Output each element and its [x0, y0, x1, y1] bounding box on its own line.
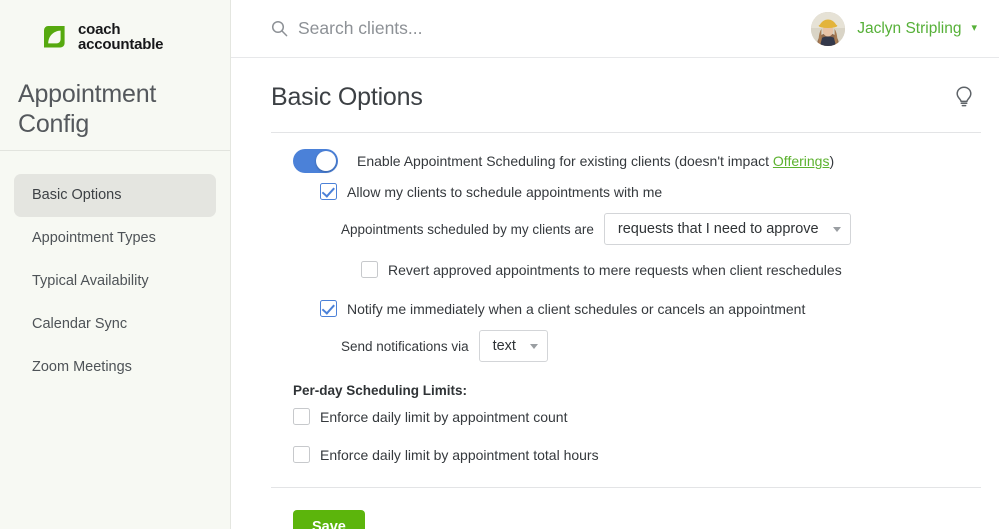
content-area: Basic Options Enable Appointment Schedul…: [231, 58, 999, 529]
allow-schedule-label: Allow my clients to schedule appointment…: [347, 184, 663, 200]
scheduled-by-row: Appointments scheduled by my clients are…: [293, 213, 981, 245]
limit-hours-checkbox[interactable]: [293, 446, 310, 463]
app-root: coach accountable Appointment Config Bas…: [0, 0, 999, 529]
lightbulb-icon[interactable]: [949, 82, 979, 112]
allow-schedule-row: Allow my clients to schedule appointment…: [293, 183, 981, 201]
leaf-square-icon: [40, 23, 69, 52]
save-button[interactable]: Save: [293, 510, 365, 529]
limit-count-row: Enforce daily limit by appointment count: [293, 408, 981, 426]
search-box[interactable]: [271, 18, 811, 39]
enable-scheduling-row: Enable Appointment Scheduling for existi…: [293, 149, 981, 173]
topbar: Jaclyn Stripling ▾: [231, 0, 999, 58]
send-via-value: text: [492, 338, 516, 354]
limit-hours-row: Enforce daily limit by appointment total…: [293, 446, 981, 464]
chevron-down-icon: ▾: [971, 22, 977, 34]
title-row: Basic Options: [271, 58, 981, 132]
sidebar-item-calendar-sync[interactable]: Calendar Sync: [14, 303, 216, 346]
search-input[interactable]: [298, 18, 718, 39]
revert-approved-checkbox[interactable]: [361, 261, 378, 278]
send-via-select[interactable]: text: [478, 330, 548, 362]
user-menu[interactable]: Jaclyn Stripling ▾: [811, 11, 981, 46]
sidebar-divider: [0, 150, 230, 151]
revert-approved-label: Revert approved appointments to mere req…: [388, 262, 842, 278]
enable-scheduling-label-post: ): [829, 153, 835, 169]
footer-actions: Save: [271, 488, 981, 529]
offerings-link[interactable]: Offerings: [773, 153, 830, 169]
notify-me-checkbox[interactable]: [320, 300, 337, 317]
basic-options-form: Enable Appointment Scheduling for existi…: [271, 133, 981, 464]
user-name: Jaclyn Stripling: [857, 19, 962, 37]
sidebar-item-appointment-types[interactable]: Appointment Types: [14, 217, 216, 260]
send-via-row: Send notifications via text: [293, 330, 981, 362]
per-day-limits-title: Per-day Scheduling Limits:: [293, 383, 468, 398]
per-day-limits-section: Per-day Scheduling Limits: Enforce daily…: [293, 383, 981, 464]
limit-count-checkbox[interactable]: [293, 408, 310, 425]
brand-logo[interactable]: coach accountable: [0, 0, 230, 58]
search-icon: [271, 20, 288, 37]
enable-scheduling-label-pre: Enable Appointment Scheduling for existi…: [357, 153, 773, 169]
chevron-down-icon: [832, 226, 841, 232]
scheduled-by-select[interactable]: requests that I need to approve: [603, 213, 851, 245]
limit-count-label: Enforce daily limit by appointment count: [320, 409, 568, 425]
sidebar-item-basic-options[interactable]: Basic Options: [14, 174, 216, 217]
sidebar: coach accountable Appointment Config Bas…: [0, 0, 231, 529]
enable-scheduling-label: Enable Appointment Scheduling for existi…: [357, 152, 834, 170]
scheduled-by-value: requests that I need to approve: [617, 221, 819, 237]
allow-schedule-checkbox[interactable]: [320, 183, 337, 200]
notify-me-row: Notify me immediately when a client sche…: [293, 300, 981, 318]
sidebar-heading: Appointment Config: [18, 80, 157, 138]
sidebar-item-zoom-meetings[interactable]: Zoom Meetings: [14, 346, 216, 389]
notify-me-label: Notify me immediately when a client sche…: [347, 301, 806, 317]
main-area: Jaclyn Stripling ▾ Basic Options: [231, 0, 999, 529]
toggle-knob: [316, 151, 336, 171]
revert-approved-row: Revert approved appointments to mere req…: [293, 261, 981, 279]
scheduled-by-label: Appointments scheduled by my clients are: [341, 221, 594, 237]
chevron-down-icon: [529, 343, 538, 349]
brand-name: coach accountable: [78, 22, 164, 53]
sidebar-item-typical-availability[interactable]: Typical Availability: [14, 260, 216, 303]
brand-name-line2: accountable: [78, 35, 164, 53]
limit-hours-label: Enforce daily limit by appointment total…: [320, 447, 599, 463]
sidebar-nav: Basic Options Appointment Types Typical …: [0, 174, 230, 389]
avatar: [811, 11, 846, 46]
send-via-label: Send notifications via: [341, 338, 469, 354]
enable-scheduling-toggle[interactable]: [293, 149, 338, 173]
page-title: Basic Options: [271, 82, 423, 111]
